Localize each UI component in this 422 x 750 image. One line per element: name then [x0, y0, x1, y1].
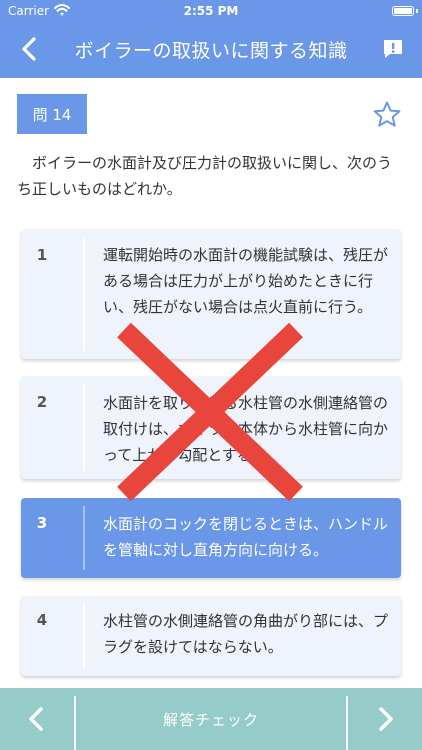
question-number-badge: 問 14: [17, 94, 87, 134]
choice-divider: [83, 506, 85, 570]
choice-number: 3: [36, 514, 48, 532]
status-time: 2:55 PM: [183, 4, 239, 18]
question-text: ボイラーの水面計及び圧力計の取扱いに関し、次のうち正しいものはどれか。: [17, 154, 393, 198]
answer-check-button[interactable]: 解答チェック: [76, 688, 346, 750]
choice-1[interactable]: 1 運転開始時の水面計の機能試験は、残圧がある場合は圧力が上がり始めたときに行い…: [21, 229, 401, 359]
choice-divider: [83, 604, 85, 668]
choice-text: 水柱管の水側連絡管の角曲がり部には、プラグを設けてはならない。: [103, 612, 389, 656]
choice-text: 水面計のコックを閉じるときは、ハンドルを管軸に対し直角方向に向ける。: [103, 515, 389, 559]
header: Carrier 2:55 PM ボイラーの取扱いに関する知識: [0, 0, 422, 78]
footer-bar: 解答チェック: [0, 688, 422, 750]
previous-question-icon[interactable]: [20, 702, 54, 736]
choice-number: 2: [36, 393, 48, 411]
choice-divider: [83, 237, 85, 351]
choice-number: 1: [36, 246, 48, 264]
choice-text: 運転開始時の水面計の機能試験は、残圧がある場合は圧力が上がり始めたときに行い、残…: [103, 246, 389, 316]
favorite-star-icon[interactable]: [372, 100, 402, 130]
battery-tip: [416, 9, 418, 13]
next-question-icon[interactable]: [368, 702, 402, 736]
choice-2[interactable]: 2 水面計を取り付ける水柱管の水側連絡管の取付けは、ボイラー本体から水柱管に向か…: [21, 376, 401, 479]
page-title: ボイラーの取扱いに関する知識: [74, 40, 348, 62]
choice-4[interactable]: 4 水柱管の水側連絡管の角曲がり部には、プラグを設けてはならない。: [21, 596, 401, 676]
footer-divider-right: [346, 696, 348, 750]
choice-3[interactable]: 3 水面計のコックを閉じるときは、ハンドルを管軸に対し直角方向に向ける。: [21, 498, 401, 578]
choice-divider: [83, 384, 85, 471]
report-speech-bubble-icon[interactable]: [382, 38, 404, 60]
choice-number: 4: [36, 611, 48, 629]
battery-icon: [392, 6, 414, 16]
status-bar: Carrier 2:55 PM: [0, 0, 422, 22]
choice-text: 水面計を取り付ける水柱管の水側連絡管の取付けは、ボイラー本体から水柱管に向かって…: [103, 394, 389, 464]
back-chevron-icon[interactable]: [16, 34, 42, 64]
